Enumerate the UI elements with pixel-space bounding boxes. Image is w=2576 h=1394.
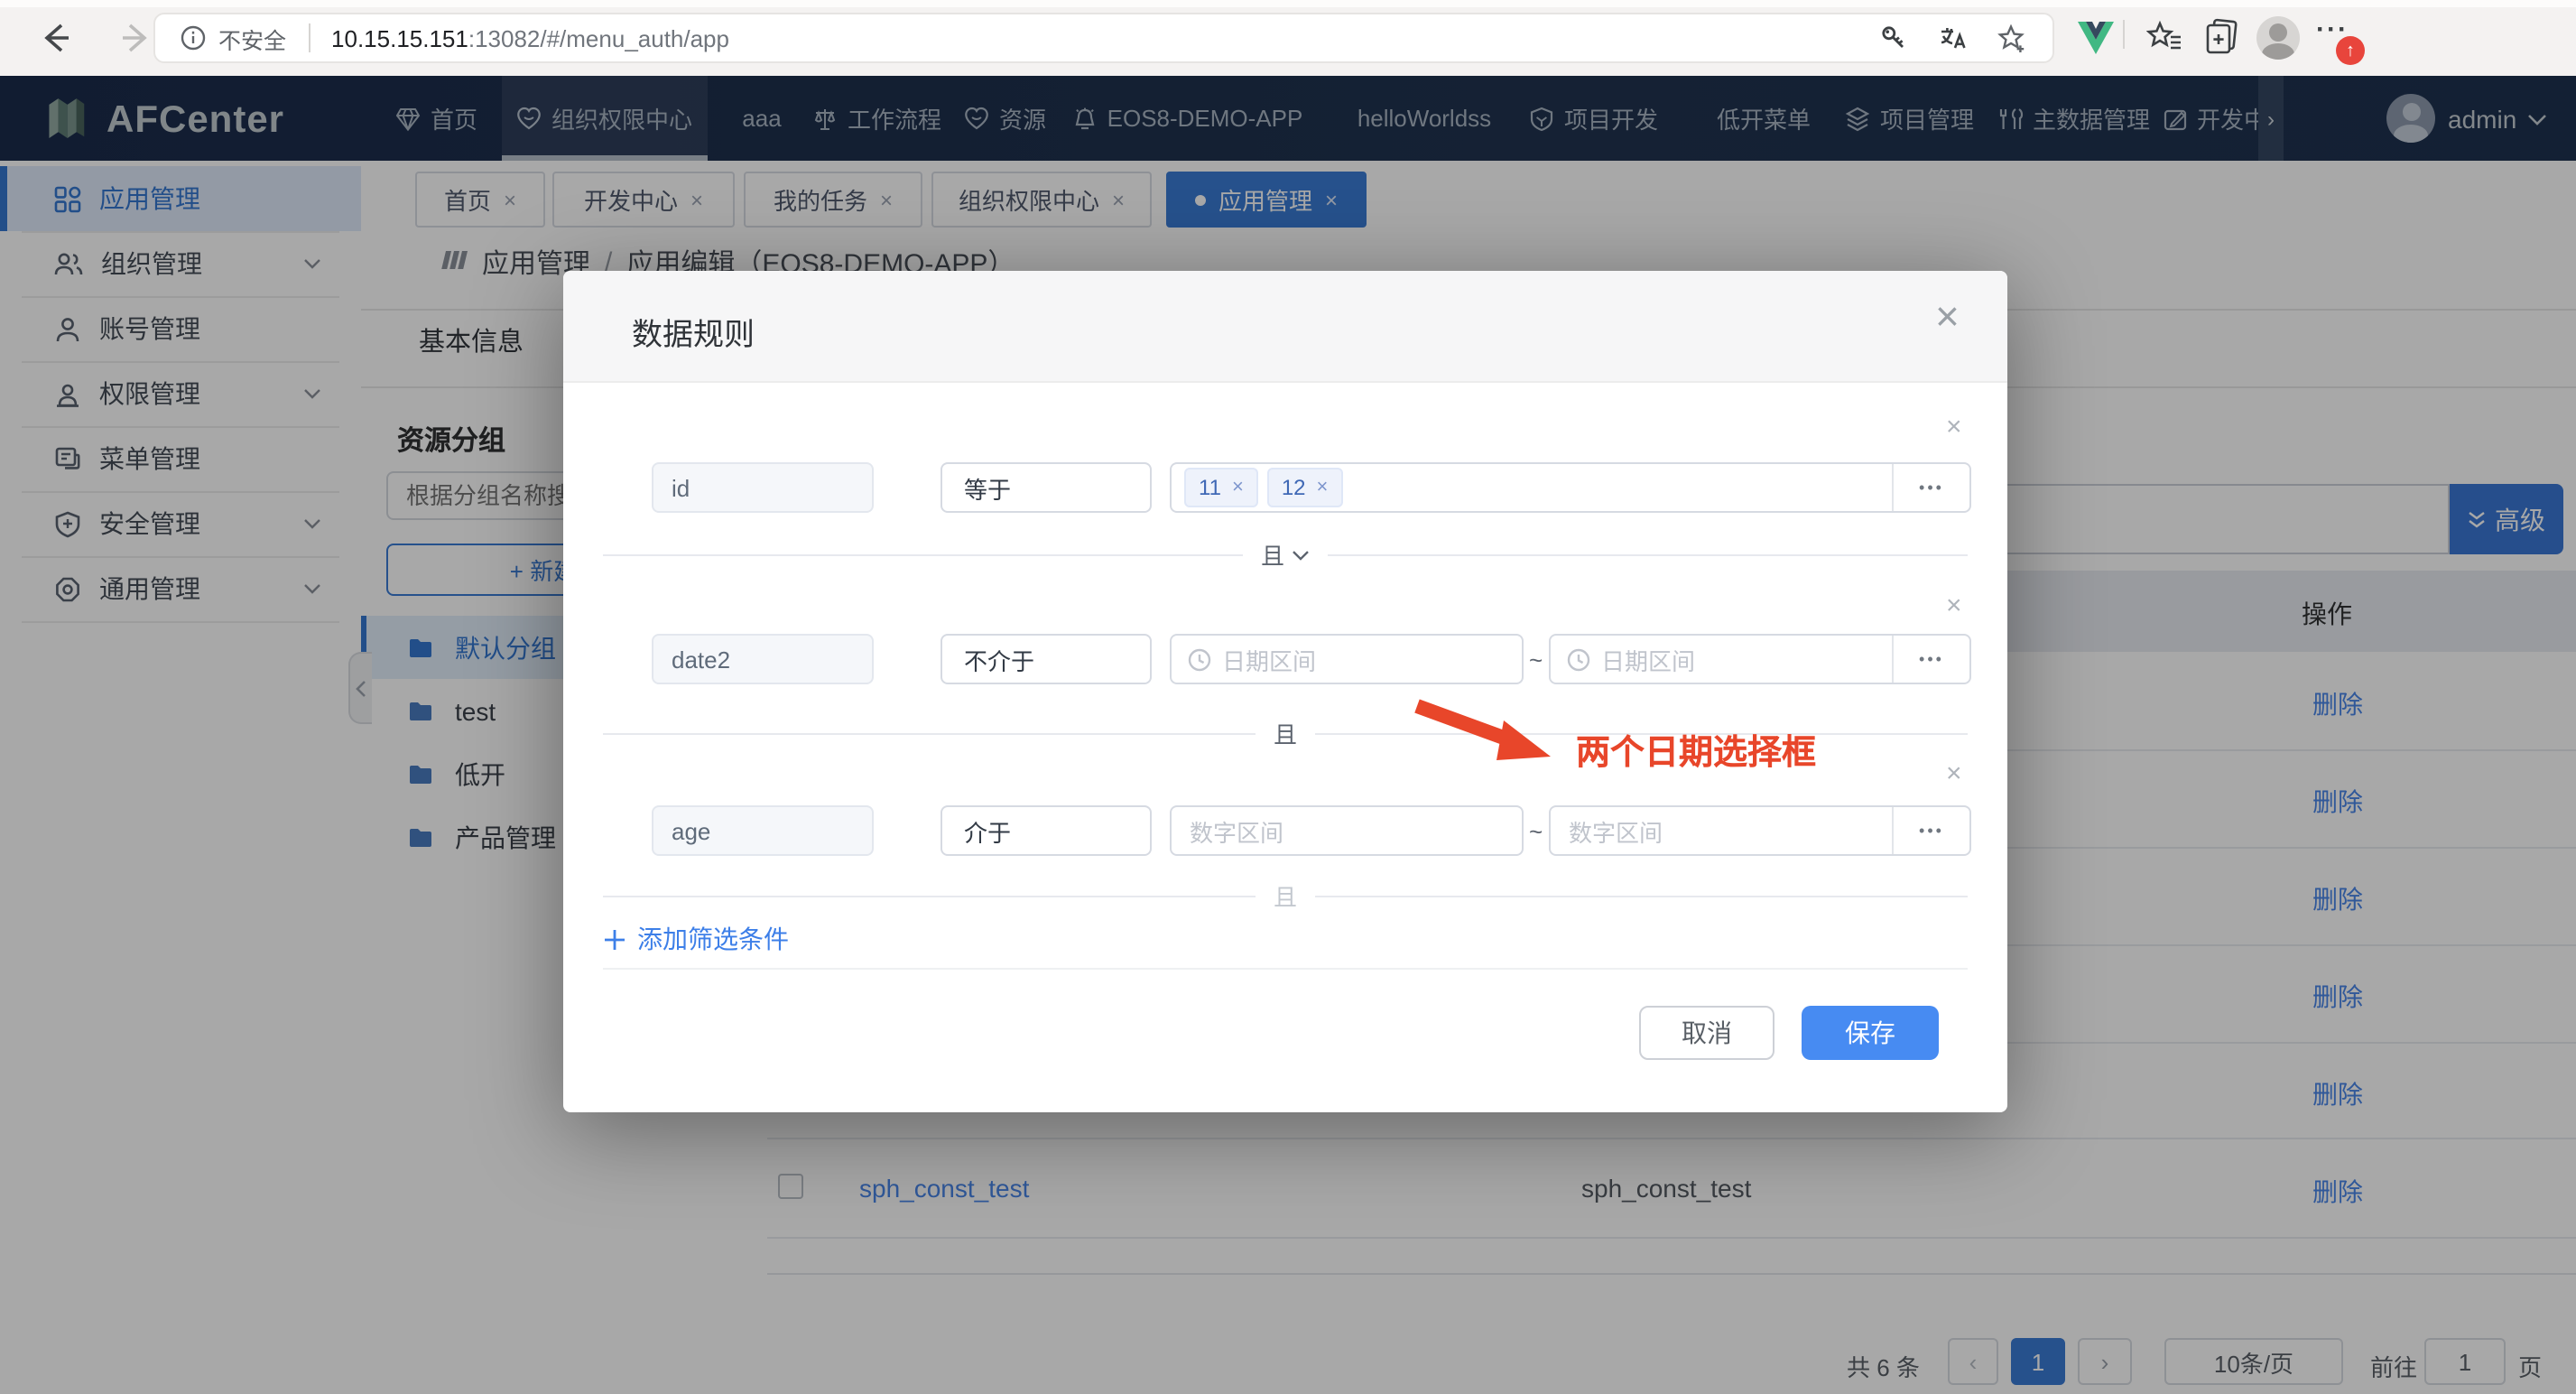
password-key-icon[interactable] <box>1879 23 1908 52</box>
rule1-values-input[interactable]: 11 × 12 × ••• <box>1170 462 1971 513</box>
rule1-field-input[interactable]: id <box>652 462 874 513</box>
value-tag: 12 × <box>1267 468 1343 507</box>
add-filter-condition-link[interactable]: 添加筛选条件 <box>603 921 789 957</box>
remove-rule-icon[interactable]: × <box>1946 758 1962 789</box>
browser-address-bar[interactable]: 不安全 10.15.15.151 :13082/#/menu_auth/app <box>153 13 2054 63</box>
update-badge-icon[interactable]: ↑ <box>2336 36 2365 65</box>
modal-close-icon[interactable]: × <box>1935 293 1960 341</box>
rule2-field-input[interactable]: date2 <box>652 634 874 684</box>
url-host: 10.15.15.151 <box>331 24 468 51</box>
rule-connector: 且 <box>603 554 1968 556</box>
connector-label[interactable]: 且 <box>1274 878 1297 913</box>
cancel-button[interactable]: 取消 <box>1639 1006 1774 1060</box>
more-options-button[interactable]: ••• <box>1892 464 1969 511</box>
more-options-button[interactable]: ••• <box>1892 807 1969 854</box>
save-button[interactable]: 保存 <box>1802 1006 1939 1060</box>
browser-tabstrip <box>0 0 2576 7</box>
chevron-down-icon <box>1292 549 1310 560</box>
info-icon[interactable] <box>181 25 206 51</box>
rule3-field-input[interactable]: age <box>652 805 874 856</box>
range-tilde: ~ <box>1529 646 1543 674</box>
range-tilde: ~ <box>1529 818 1543 845</box>
vue-devtools-icon[interactable] <box>2076 20 2116 56</box>
url-path: :13082/#/menu_auth/app <box>468 24 729 51</box>
annotation-text: 两个日期选择框 <box>1576 726 1816 775</box>
collections-icon[interactable] <box>2204 18 2240 56</box>
rule3-operator-select[interactable]: 介于 <box>941 805 1152 856</box>
rule3-number-end-input[interactable]: 数字区间 ••• <box>1549 805 1971 856</box>
clock-icon <box>1188 647 1211 671</box>
tag-remove-icon[interactable]: × <box>1317 477 1329 498</box>
tag-remove-icon[interactable]: × <box>1232 477 1244 498</box>
plus-icon <box>603 927 626 951</box>
bookmark-star-icon[interactable] <box>1997 23 2027 53</box>
browser-forward-button[interactable] <box>112 14 159 61</box>
favorites-icon[interactable] <box>2146 20 2182 54</box>
rule2-date-start-input[interactable]: 日期区间 <box>1170 634 1524 684</box>
translate-icon[interactable] <box>1937 23 1968 52</box>
remove-rule-icon[interactable]: × <box>1946 412 1962 442</box>
data-rules-modal: 数据规则 × × id 等于 11 × 12 × ••• 且 × date2 <box>563 271 2007 1112</box>
modal-header <box>563 271 2007 383</box>
value-tag: 11 × <box>1184 468 1258 507</box>
divider <box>603 968 1968 970</box>
browser-profile-avatar[interactable] <box>2256 16 2300 60</box>
rule-connector: 且 <box>603 896 1968 897</box>
security-label[interactable]: 不安全 <box>218 21 286 55</box>
rule2-date-end-input[interactable]: 日期区间 ••• <box>1549 634 1971 684</box>
connector-label[interactable]: 且 <box>1261 537 1284 572</box>
remove-rule-icon[interactable]: × <box>1946 590 1962 621</box>
modal-title: 数据规则 <box>632 309 755 354</box>
annotation-arrow <box>1399 692 1571 778</box>
connector-label[interactable]: 且 <box>1274 716 1297 750</box>
clock-icon <box>1567 647 1590 671</box>
divider <box>308 23 310 52</box>
rule3-number-start-input[interactable]: 数字区间 <box>1170 805 1524 856</box>
rule1-operator-select[interactable]: 等于 <box>941 462 1152 513</box>
more-options-button[interactable]: ••• <box>1892 636 1969 683</box>
screen: 不安全 10.15.15.151 :13082/#/menu_auth/app <box>0 0 2576 1394</box>
rule2-operator-select[interactable]: 不介于 <box>941 634 1152 684</box>
divider <box>2123 20 2125 49</box>
browser-toolbar: 不安全 10.15.15.151 :13082/#/menu_auth/app <box>0 0 2576 76</box>
browser-back-button[interactable] <box>32 14 79 61</box>
